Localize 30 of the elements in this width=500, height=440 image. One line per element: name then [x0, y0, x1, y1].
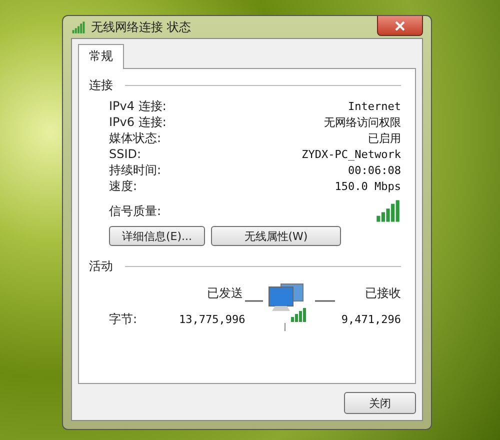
field-label: IPv6 连接:: [109, 114, 166, 130]
field-label: 速度:: [109, 178, 138, 194]
received-label: 已接收: [364, 284, 401, 302]
field-label: SSID:: [109, 147, 142, 161]
field-label: IPv4 连接:: [109, 98, 166, 114]
field-label: 字节:: [109, 310, 138, 328]
field-value: 150.0 Mbps: [334, 180, 401, 192]
field-value: 无网络访问权限: [324, 114, 401, 130]
dialog-button[interactable]: 详细信息(E)...: [109, 226, 205, 246]
network-computers-icon: [245, 281, 336, 331]
signal-bars-icon: [71, 20, 86, 34]
field-label: 信号质量:: [109, 202, 162, 220]
tab[interactable]: 常规: [78, 44, 124, 69]
close-button[interactable]: [377, 16, 423, 36]
signal-strength-icon: [375, 199, 401, 223]
section-heading: 连接: [89, 77, 113, 94]
close-button[interactable]: 关闭: [344, 392, 416, 414]
field-label: 媒体状态:: [109, 130, 162, 146]
field-value: 已启用: [368, 130, 401, 146]
section-heading: 活动: [89, 258, 113, 275]
dialog-button[interactable]: 无线属性(W): [211, 226, 341, 246]
field-value: ZYDX-PC_Network: [302, 148, 401, 160]
field-label: 持续时间:: [109, 162, 162, 178]
close-icon: [395, 20, 405, 30]
window-title: 无线网络连接 状态: [91, 18, 192, 36]
field-value: Internet: [348, 100, 401, 112]
received-value: 9,471,296: [340, 312, 401, 326]
field-value: 00:06:08: [348, 164, 401, 176]
sent-label: 已发送: [206, 284, 244, 302]
sent-value: 13,775,996: [179, 312, 246, 326]
